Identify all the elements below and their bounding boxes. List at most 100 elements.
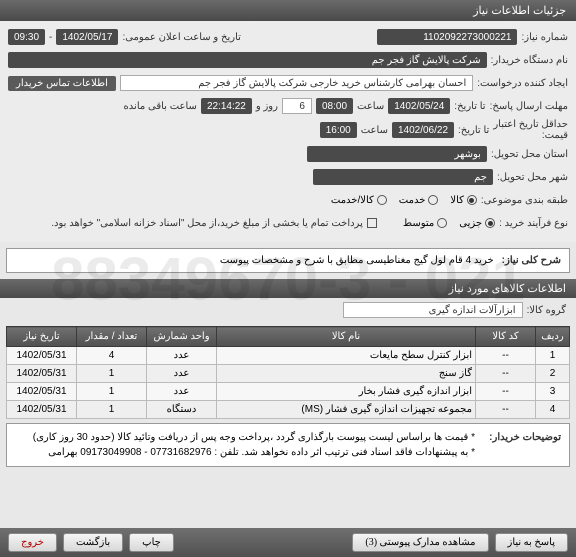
time-remaining: 22:14:22	[201, 98, 252, 114]
table-row[interactable]: 2--گاز سنجعدد11402/05/31	[7, 365, 570, 383]
table-row[interactable]: 4--مجموعه تجهیزات اندازه گیری فشار (MS)د…	[7, 401, 570, 419]
cell-qty: 1	[77, 383, 147, 401]
window-title-bar: جزئیات اطلاعات نیاز	[0, 0, 576, 21]
req-no-label: شماره نیاز:	[521, 32, 568, 43]
footer-bar: پاسخ به نیاز مشاهده مدارک پیوستی (3) چاپ…	[0, 528, 576, 557]
days-remaining: 6	[282, 98, 312, 114]
category-label: طبقه بندی موضوعی:	[481, 195, 568, 206]
cell-unit: عدد	[147, 383, 217, 401]
cell-unit: عدد	[147, 365, 217, 383]
items-section-header: اطلاعات کالاهای مورد نیاز	[0, 279, 576, 298]
announce-time: 09:30	[8, 29, 45, 45]
back-button[interactable]: بازگشت	[63, 533, 123, 552]
buyer-notes-text: * قیمت ها براساس لیست پیوست بارگذاری گرد…	[33, 430, 475, 460]
radio-dot-icon	[437, 218, 447, 228]
province-value: بوشهر	[307, 146, 487, 162]
process-radio-group: جزیی متوسط	[403, 218, 495, 229]
items-table-wrap: ردیف کد کالا نام کالا واحد شمارش تعداد /…	[6, 326, 570, 419]
contact-buyer-button[interactable]: اطلاعات تماس خریدار	[8, 76, 116, 91]
cell-row: 4	[536, 401, 570, 419]
time-label-2: ساعت	[361, 125, 388, 136]
respond-button[interactable]: پاسخ به نیاز	[495, 533, 569, 552]
remaining-label: ساعت باقی مانده	[124, 101, 197, 112]
cell-qty: 1	[77, 401, 147, 419]
buyer-notes-box: توضیحات خریدار: * قیمت ها براساس لیست پی…	[6, 423, 570, 467]
cell-date: 1402/05/31	[7, 383, 77, 401]
province-label: استان محل تحویل:	[491, 149, 568, 160]
cell-code: --	[476, 365, 536, 383]
city-value: جم	[313, 169, 493, 185]
cell-date: 1402/05/31	[7, 401, 77, 419]
validity-date: 1402/06/22	[392, 122, 454, 138]
cell-name: ابزار کنترل سطح مایعات	[217, 347, 476, 365]
partial-pay-label: پرداخت تمام یا بخشی از مبلغ خرید،از محل …	[51, 218, 363, 229]
process-label: نوع فرآیند خرید :	[499, 218, 568, 229]
need-summary-label: شرح کلی نیاز:	[502, 255, 561, 266]
deadline-until-label: تا تاریخ:	[454, 101, 485, 112]
radio-dot-icon	[467, 195, 477, 205]
req-no-value: 1102092273000221	[377, 29, 517, 45]
cell-name: ابزار اندازه گیری فشار بخار	[217, 383, 476, 401]
table-row[interactable]: 3--ابزار اندازه گیری فشار بخارعدد11402/0…	[7, 383, 570, 401]
radio-dot-icon	[428, 195, 438, 205]
time-label-1: ساعت	[357, 101, 384, 112]
deadline-label: مهلت ارسال پاسخ:	[490, 101, 568, 112]
cell-code: --	[476, 383, 536, 401]
group-label: گروه کالا:	[527, 305, 566, 316]
city-label: شهر محل تحویل:	[497, 172, 568, 183]
radio-low[interactable]: جزیی	[459, 218, 495, 229]
cell-qty: 4	[77, 347, 147, 365]
creator-value: احسان بهرامی کارشناس خرید خارجی شرکت پال…	[120, 75, 473, 91]
buyer-notes-label: توضیحات خریدار:	[481, 430, 561, 460]
items-table: ردیف کد کالا نام کالا واحد شمارش تعداد /…	[6, 326, 570, 419]
validity-label: حداقل تاریخ اعتبار	[493, 119, 568, 130]
col-name: نام کالا	[217, 327, 476, 347]
col-date: تاریخ نیاز	[7, 327, 77, 347]
table-row[interactable]: 1--ابزار کنترل سطح مایعاتعدد41402/05/31	[7, 347, 570, 365]
deadline-time: 08:00	[316, 98, 353, 114]
cell-row: 3	[536, 383, 570, 401]
exit-button[interactable]: خروج	[8, 533, 57, 552]
buyer-org-value: شرکت پالایش گاز فجر جم	[8, 52, 487, 68]
announce-sep: -	[49, 32, 52, 43]
cell-name: گاز سنج	[217, 365, 476, 383]
window-title: جزئیات اطلاعات نیاز	[473, 5, 566, 17]
cell-code: --	[476, 347, 536, 365]
need-summary-box: شرح کلی نیاز: خرید 4 قام لول گیج مغناطیس…	[6, 248, 570, 273]
cell-date: 1402/05/31	[7, 365, 77, 383]
partial-pay-checkbox[interactable]	[367, 218, 377, 228]
cell-row: 2	[536, 365, 570, 383]
form-area: شماره نیاز: 1102092273000221 تاریخ و ساع…	[0, 21, 576, 242]
radio-mid[interactable]: متوسط	[403, 218, 447, 229]
creator-label: ایجاد کننده درخواست:	[477, 78, 568, 89]
validity-label2: قیمت:	[493, 130, 568, 141]
col-qty: تعداد / مقدار	[77, 327, 147, 347]
deadline-date: 1402/05/24	[388, 98, 450, 114]
radio-both[interactable]: کالا/خدمت	[331, 195, 387, 206]
attachments-button[interactable]: مشاهده مدارک پیوستی (3)	[352, 533, 488, 552]
days-label: روز و	[256, 101, 278, 112]
validity-until-label: تا تاریخ:	[458, 125, 489, 136]
category-radio-group: کالا خدمت کالا/خدمت	[331, 195, 477, 206]
radio-dot-icon	[377, 195, 387, 205]
need-summary-text: خرید 4 قام لول گیج مغناطیسی مطابق با شرح…	[220, 255, 494, 266]
cell-date: 1402/05/31	[7, 347, 77, 365]
cell-row: 1	[536, 347, 570, 365]
radio-goods[interactable]: کالا	[450, 195, 477, 206]
announce-label: تاریخ و ساعت اعلان عمومی:	[122, 32, 241, 43]
buyer-org-label: نام دستگاه خریدار:	[491, 55, 568, 66]
cell-code: --	[476, 401, 536, 419]
col-unit: واحد شمارش	[147, 327, 217, 347]
group-value: ابزارآلات اندازه گیری	[343, 302, 523, 318]
validity-time: 16:00	[320, 122, 357, 138]
radio-dot-icon	[485, 218, 495, 228]
print-button[interactable]: چاپ	[129, 533, 174, 552]
announce-date: 1402/05/17	[56, 29, 118, 45]
radio-service[interactable]: خدمت	[399, 195, 439, 206]
cell-unit: عدد	[147, 347, 217, 365]
cell-qty: 1	[77, 365, 147, 383]
cell-name: مجموعه تجهیزات اندازه گیری فشار (MS)	[217, 401, 476, 419]
cell-unit: دستگاه	[147, 401, 217, 419]
col-row: ردیف	[536, 327, 570, 347]
col-code: کد کالا	[476, 327, 536, 347]
